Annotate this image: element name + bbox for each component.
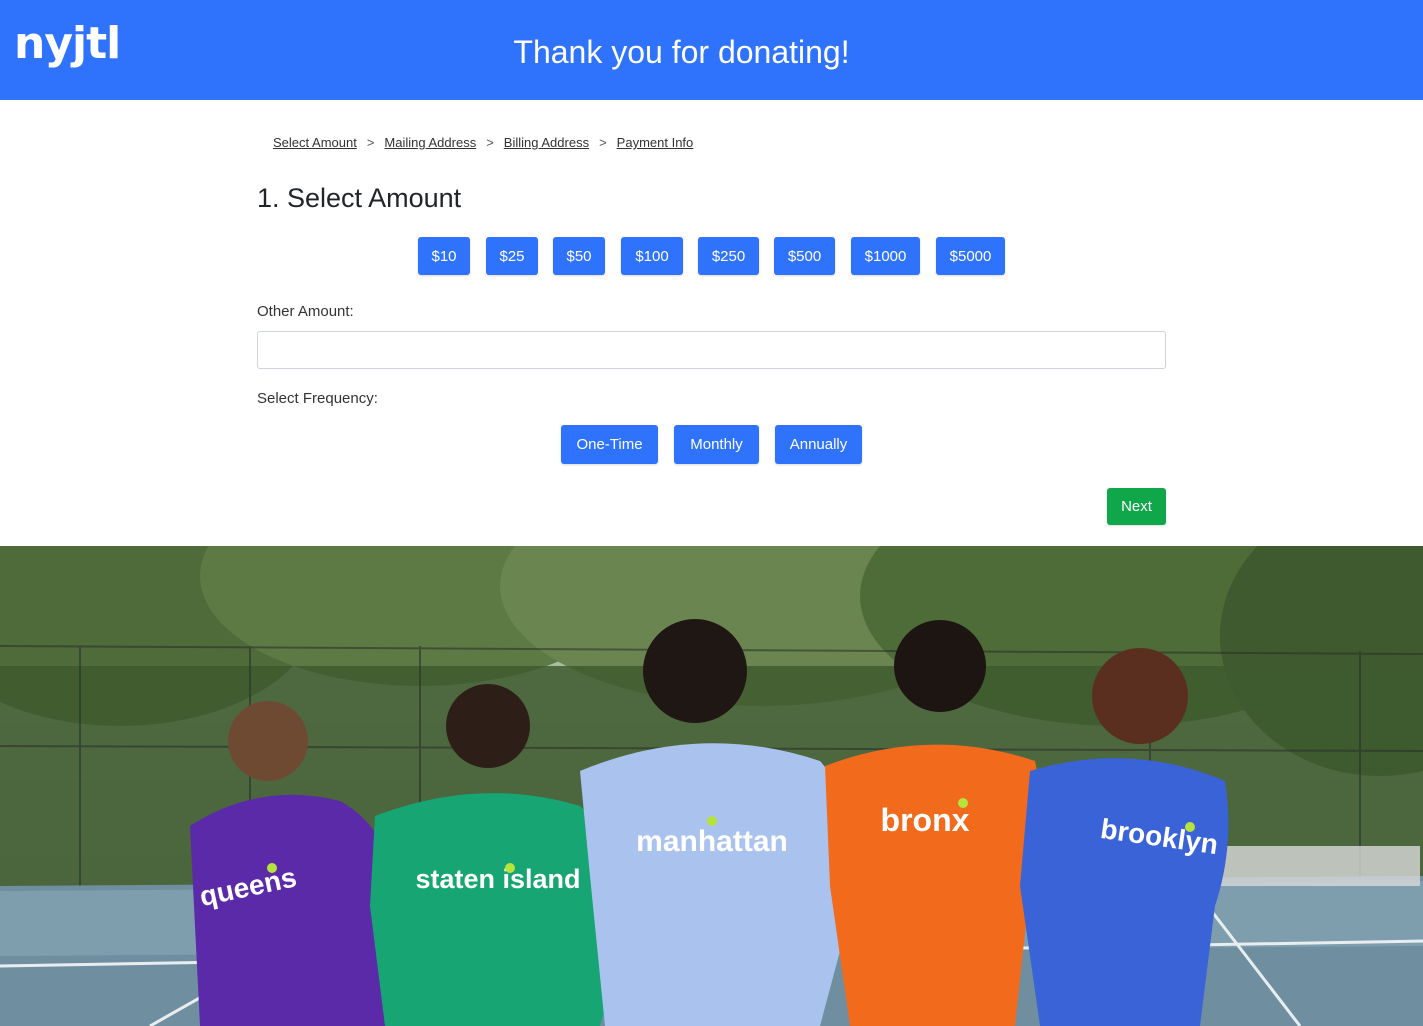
breadcrumb-billing-address[interactable]: Billing Address bbox=[504, 135, 589, 150]
tennis-ball-dot bbox=[958, 798, 968, 808]
tennis-ball-dot bbox=[1185, 822, 1195, 832]
tennis-ball-dot bbox=[505, 863, 515, 873]
other-amount-label: Other Amount: bbox=[257, 303, 354, 320]
shirt-brooklyn bbox=[1020, 758, 1229, 1026]
bleachers bbox=[1220, 846, 1420, 886]
shirt-queens bbox=[190, 794, 400, 1026]
breadcrumb-separator: > bbox=[486, 135, 494, 150]
frequency-annually-button[interactable]: Annually bbox=[775, 425, 862, 464]
amount-button-250[interactable]: $250 bbox=[698, 237, 759, 275]
amount-button-100[interactable]: $100 bbox=[621, 237, 683, 275]
amount-button-25[interactable]: $25 bbox=[486, 237, 538, 275]
shirt-manhattan bbox=[580, 743, 860, 1026]
tennis-ball-dot bbox=[267, 863, 277, 873]
kid-head bbox=[446, 684, 530, 768]
kid-head bbox=[1092, 648, 1188, 744]
section-title: 1. Select Amount bbox=[257, 183, 462, 213]
breadcrumb-payment-info[interactable]: Payment Info bbox=[617, 135, 694, 150]
frequency-monthly-button[interactable]: Monthly bbox=[674, 425, 759, 464]
shirt-bronx bbox=[825, 744, 1042, 1026]
breadcrumb-mailing-address[interactable]: Mailing Address bbox=[384, 135, 476, 150]
frequency-one-time-button[interactable]: One-Time bbox=[561, 425, 658, 464]
amount-button-5000[interactable]: $5000 bbox=[936, 237, 1005, 275]
hero-photo: queens staten island manhattan bronx bro… bbox=[0, 546, 1423, 1026]
shirt-label: bronx bbox=[881, 802, 970, 838]
next-button[interactable]: Next bbox=[1107, 488, 1166, 525]
amount-button-500[interactable]: $500 bbox=[774, 237, 835, 275]
other-amount-input[interactable] bbox=[257, 331, 1166, 369]
breadcrumb-separator: > bbox=[599, 135, 607, 150]
kids-tennis-illustration: queens staten island manhattan bronx bro… bbox=[0, 546, 1423, 1026]
amount-button-10[interactable]: $10 bbox=[418, 237, 470, 275]
shirt-label: manhattan bbox=[636, 825, 788, 858]
breadcrumb-select-amount[interactable]: Select Amount bbox=[273, 135, 357, 150]
frequency-label: Select Frequency: bbox=[257, 390, 378, 407]
top-banner: nyjtl Thank you for donating! bbox=[0, 0, 1423, 100]
breadcrumb: Select Amount > Mailing Address > Billin… bbox=[273, 135, 693, 150]
amount-button-50[interactable]: $50 bbox=[553, 237, 605, 275]
kid-head bbox=[228, 701, 308, 781]
breadcrumb-separator: > bbox=[366, 135, 375, 150]
kid-head bbox=[643, 619, 747, 723]
tennis-ball-dot bbox=[707, 816, 717, 826]
kid-head bbox=[894, 620, 986, 712]
shirt-label: staten island bbox=[415, 864, 580, 894]
page-heading: Thank you for donating! bbox=[513, 34, 850, 70]
amount-button-1000[interactable]: $1000 bbox=[851, 237, 920, 275]
